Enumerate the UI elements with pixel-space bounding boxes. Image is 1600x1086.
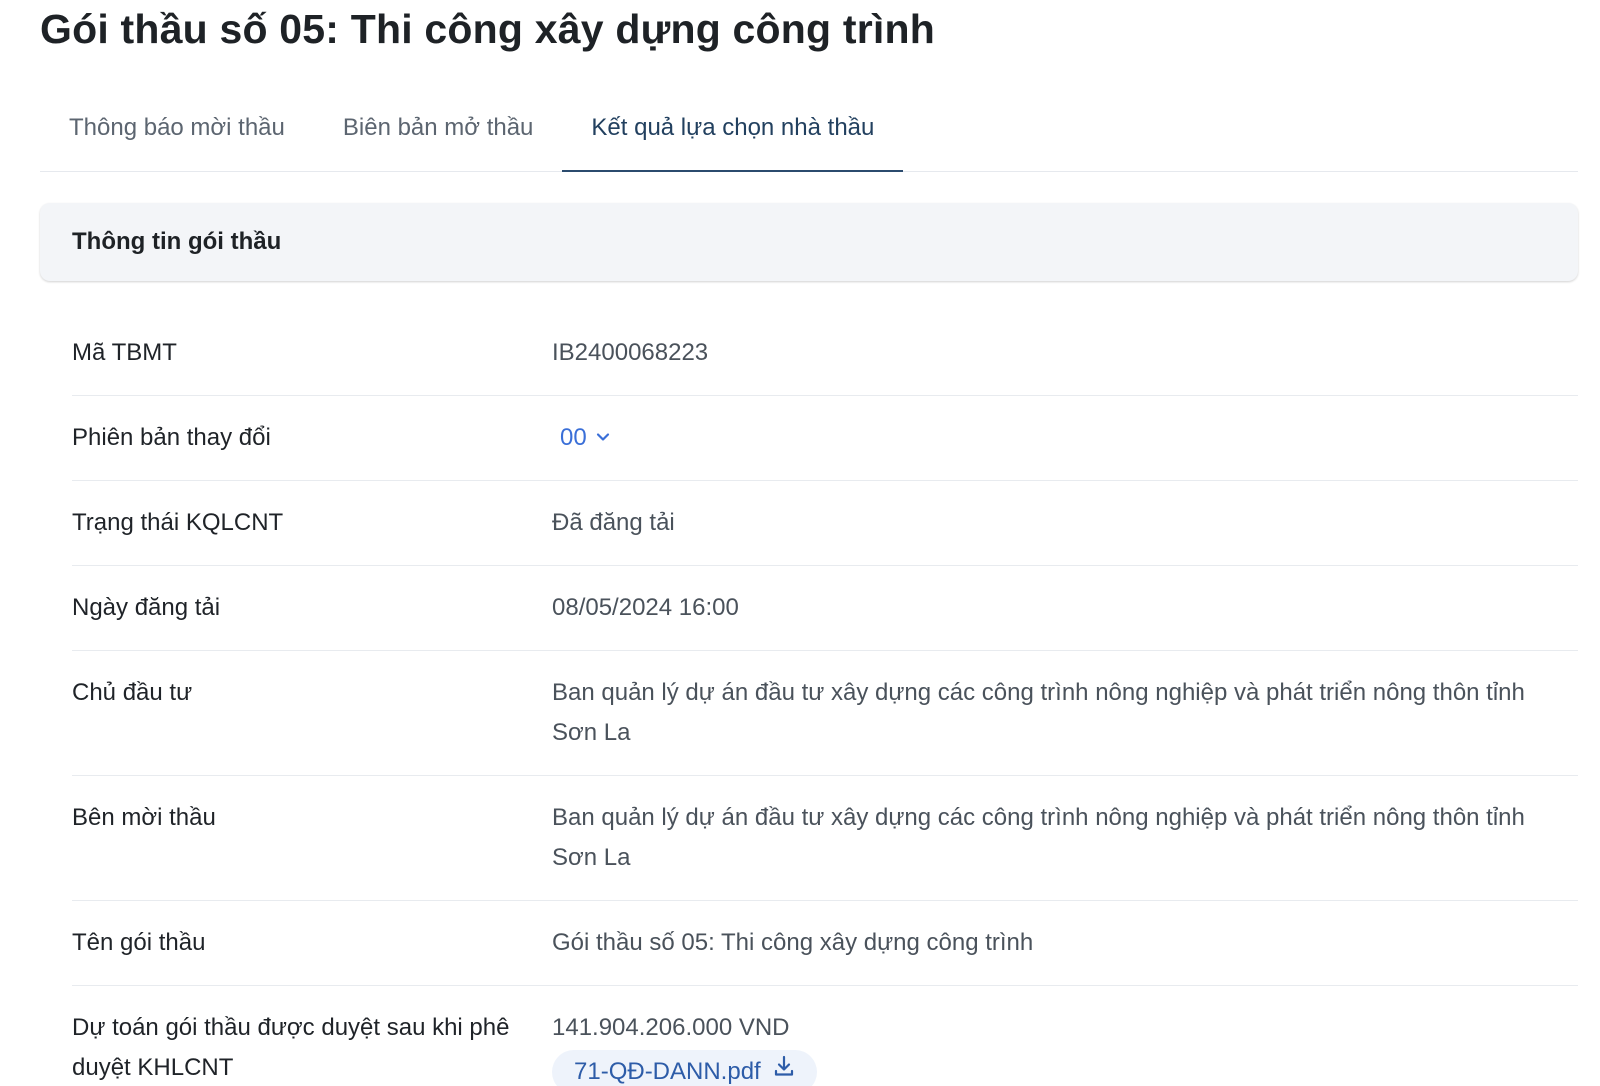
version-select[interactable]: 00	[552, 418, 611, 458]
info-row-ten-goi-thau: Tên gói thầu Gói thầu số 05: Thi công xâ…	[72, 901, 1578, 986]
info-row-phien-ban: Phiên bản thay đổi 00	[72, 396, 1578, 481]
field-value-du-toan: 141.904.206.000 VND	[552, 1014, 790, 1041]
info-row-ngay-dang-tai: Ngày đăng tải 08/05/2024 16:00	[72, 566, 1578, 651]
tab-ket-qua-lua-chon-nha-thau[interactable]: Kết quả lựa chọn nhà thầu	[562, 96, 904, 172]
page-title: Gói thầu số 05: Thi công xây dựng công t…	[40, 6, 935, 52]
info-list: Mã TBMT IB2400068223 Phiên bản thay đổi …	[72, 310, 1578, 1086]
tab-bien-ban-mo-thau[interactable]: Biên bản mở thầu	[314, 96, 563, 172]
version-select-value: 00	[560, 424, 587, 451]
field-label: Ngày đăng tải	[72, 594, 221, 621]
info-row-ben-moi-thau: Bên mời thầu Ban quản lý dự án đầu tư xâ…	[72, 776, 1578, 901]
field-label: Bên mời thầu	[72, 804, 216, 831]
field-label: Chủ đầu tư	[72, 679, 193, 706]
field-label: Mã TBMT	[72, 339, 177, 366]
field-label: Phiên bản thay đổi	[72, 424, 271, 451]
field-value-ben-moi-thau: Ban quản lý dự án đầu tư xây dựng các cô…	[552, 804, 1525, 871]
field-value-chu-dau-tu: Ban quản lý dự án đầu tư xây dựng các cô…	[552, 679, 1525, 746]
chevron-down-icon	[595, 418, 611, 458]
section-header-thong-tin-goi-thau: Thông tin gói thầu	[40, 203, 1578, 281]
field-label: Tên gói thầu	[72, 929, 206, 956]
info-row-chu-dau-tu: Chủ đầu tư Ban quản lý dự án đầu tư xây …	[72, 651, 1578, 776]
attachment-filename: 71-QĐ-DANN.pdf	[574, 1058, 761, 1085]
field-value-ma-tbmt: IB2400068223	[552, 339, 709, 366]
field-label: Trạng thái KQLCNT	[72, 509, 284, 536]
field-value-ten-goi-thau: Gói thầu số 05: Thi công xây dựng công t…	[552, 929, 1034, 956]
tab-bar: Thông báo mời thầu Biên bản mở thầu Kết …	[40, 96, 1578, 172]
field-value-trang-thai: Đã đăng tải	[552, 509, 675, 536]
attachment-download-link[interactable]: 71-QĐ-DANN.pdf	[552, 1050, 817, 1086]
info-row-ma-tbmt: Mã TBMT IB2400068223	[72, 310, 1578, 396]
info-row-du-toan: Dự toán gói thầu được duyệt sau khi phê …	[72, 986, 1578, 1086]
info-row-trang-thai: Trạng thái KQLCNT Đã đăng tải	[72, 481, 1578, 566]
field-value-ngay-dang-tai: 08/05/2024 16:00	[552, 594, 739, 621]
download-icon	[771, 1050, 797, 1086]
field-label: Dự toán gói thầu được duyệt sau khi phê …	[72, 1014, 510, 1081]
tab-thong-bao-moi-thau[interactable]: Thông báo mời thầu	[40, 96, 314, 172]
